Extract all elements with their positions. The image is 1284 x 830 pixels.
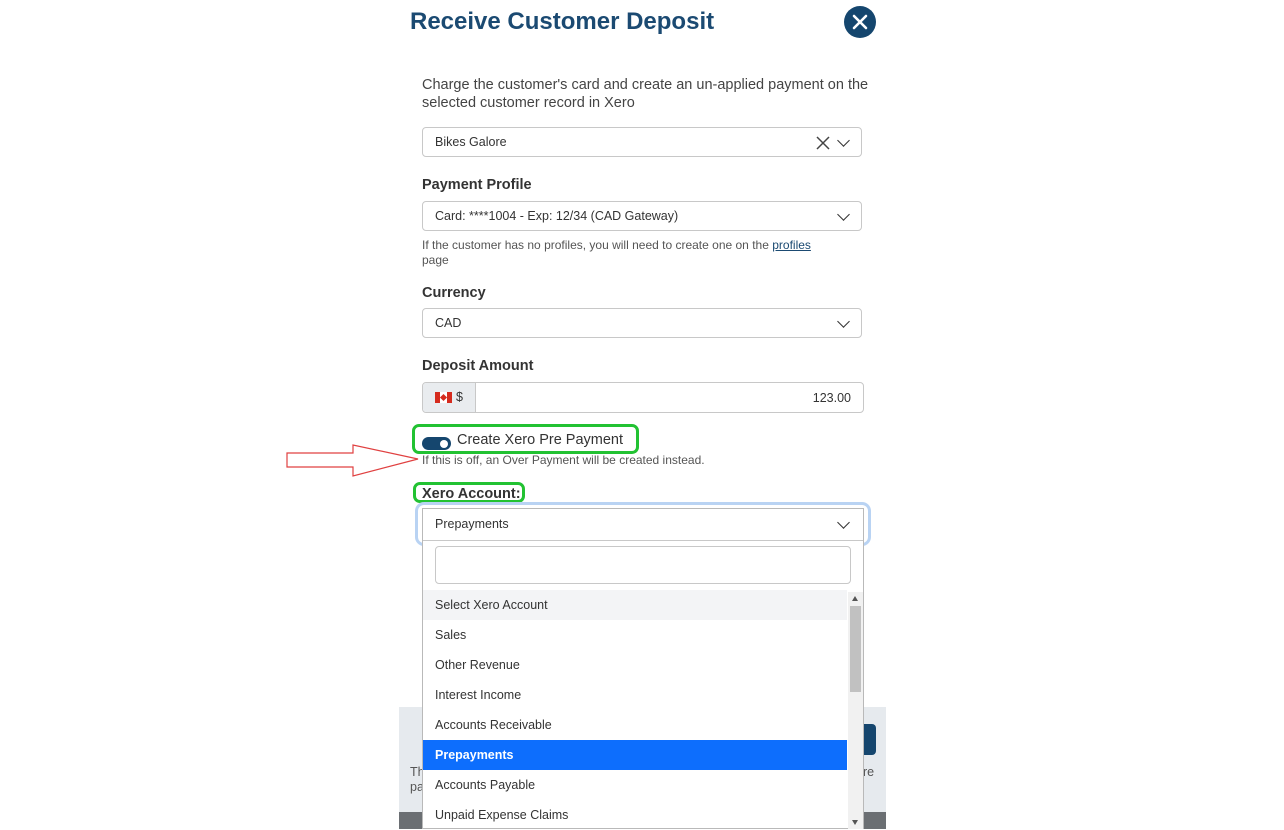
option-sales[interactable]: Sales [423, 620, 847, 650]
xero-account-label: Xero Account: [422, 486, 521, 502]
customer-select-value: Bikes Galore [435, 135, 507, 149]
customer-select[interactable]: Bikes Galore [422, 127, 862, 157]
prepayment-toggle-highlight: Create Xero Pre Payment [412, 424, 639, 454]
scroll-down-icon[interactable] [852, 820, 858, 825]
prepayment-help: If this is off, an Over Payment will be … [422, 453, 705, 467]
scrollbar-thumb[interactable] [850, 606, 861, 692]
option-accounts-payable[interactable]: Accounts Payable [423, 770, 847, 800]
option-interest-income[interactable]: Interest Income [423, 680, 847, 710]
deposit-amount-input[interactable]: 123.00 [813, 391, 851, 405]
chevron-down-icon [837, 315, 850, 328]
deposit-amount-label: Deposit Amount [422, 358, 534, 374]
xero-account-dropdown: Prepayments Select Xero Account Sales Ot… [422, 508, 864, 829]
option-other-revenue[interactable]: Other Revenue [423, 650, 847, 680]
payment-profile-value: Card: ****1004 - Exp: 12/34 (CAD Gateway… [435, 209, 679, 223]
close-icon [852, 14, 868, 30]
option-select-xero-account[interactable]: Select Xero Account [423, 590, 847, 620]
annotation-arrow-icon [286, 444, 419, 477]
prepayment-toggle-switch[interactable] [422, 437, 451, 450]
option-unpaid-expense-claims[interactable]: Unpaid Expense Claims [423, 800, 847, 830]
currency-select[interactable]: CAD [422, 308, 862, 338]
modal-title: Receive Customer Deposit [410, 8, 715, 35]
profiles-link[interactable]: profiles [772, 238, 811, 252]
payment-profile-help: If the customer has no profiles, you wil… [422, 238, 862, 268]
footer-text-right: re [863, 765, 875, 779]
currency-label: Currency [422, 285, 486, 301]
clear-icon[interactable] [816, 136, 830, 150]
option-prepayments[interactable]: Prepayments [423, 740, 847, 770]
payment-profile-label: Payment Profile [422, 177, 532, 193]
xero-account-search-input[interactable] [435, 546, 851, 584]
chevron-down-icon [837, 208, 850, 221]
payment-profile-select[interactable]: Card: ****1004 - Exp: 12/34 (CAD Gateway… [422, 201, 862, 231]
modal-description: Charge the customer's card and create an… [422, 77, 869, 111]
close-button[interactable] [844, 6, 876, 38]
deposit-amount-group: $ 123.00 [422, 382, 864, 413]
currency-symbol: $ [456, 390, 463, 404]
dropdown-scrollbar[interactable] [848, 592, 863, 829]
xero-account-label-highlight: Xero Account: [413, 482, 525, 503]
chevron-down-icon [837, 516, 850, 529]
payment-profile-help-suffix: page [422, 253, 449, 267]
payment-profile-help-text: If the customer has no profiles, you wil… [422, 238, 769, 252]
scroll-up-icon[interactable] [852, 596, 858, 601]
prepayment-toggle-label: Create Xero Pre Payment [457, 432, 624, 448]
currency-addon: $ [423, 383, 476, 412]
xero-account-selected: Prepayments [435, 517, 509, 531]
xero-account-select[interactable]: Prepayments [423, 509, 863, 541]
option-accounts-receivable[interactable]: Accounts Receivable [423, 710, 847, 740]
chevron-down-icon [837, 134, 850, 147]
currency-value: CAD [435, 316, 462, 330]
canada-flag-icon [435, 392, 452, 403]
